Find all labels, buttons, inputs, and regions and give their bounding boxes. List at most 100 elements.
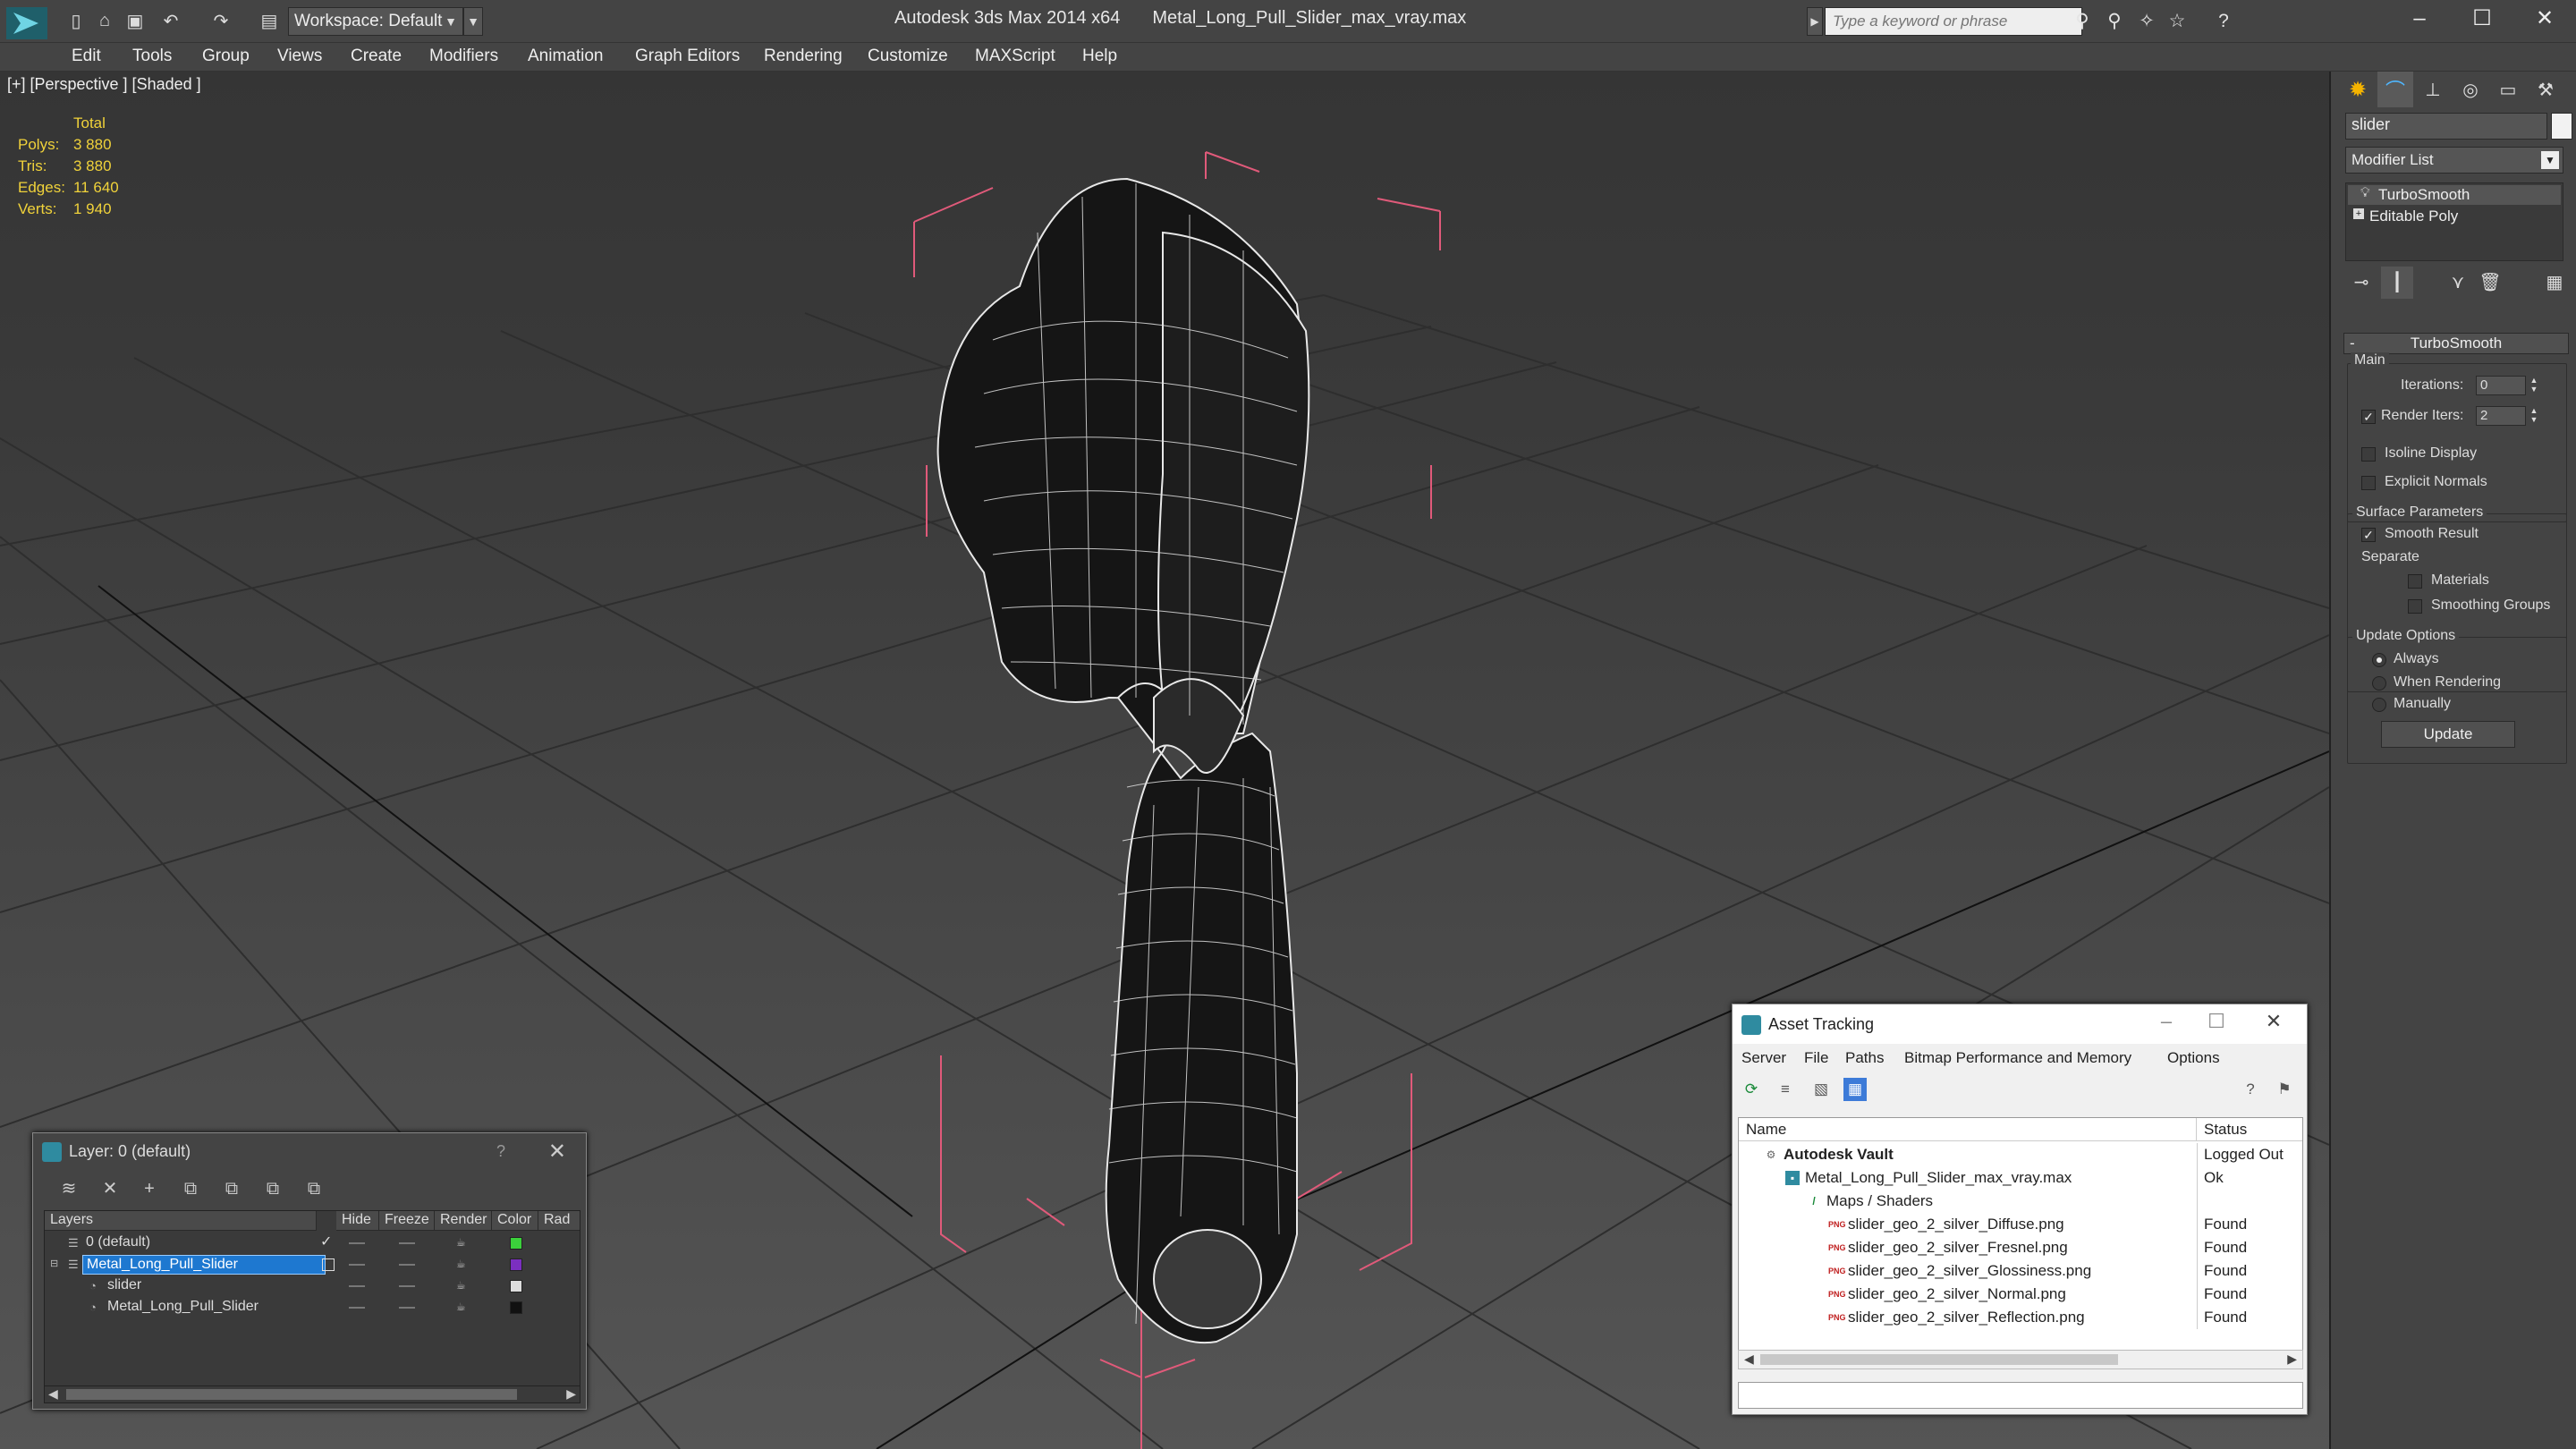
column-hide[interactable]: Hide [336,1211,379,1231]
communication-center-icon[interactable]: ✧ [2134,9,2159,34]
asset-row[interactable]: PNG slider_geo_2_silver_Normal.png Found [1739,1283,2302,1306]
tab-display[interactable]: ▭ [2490,72,2526,107]
asset-row[interactable]: PNG slider_geo_2_silver_Fresnel.png Foun… [1739,1236,2302,1259]
app-logo-button[interactable] [2,4,52,43]
tab-hierarchy[interactable]: ⊥ [2415,72,2451,107]
layer-name[interactable]: 0 (default) [82,1233,154,1253]
layer-color-swatch[interactable] [510,1237,522,1250]
thumbnail-view-icon[interactable]: ▧ [1809,1078,1833,1101]
asset-maximize-button[interactable]: ☐ [2194,1010,2239,1037]
layer-name[interactable]: slider [104,1276,145,1296]
create-layer-icon[interactable]: ≋ [56,1176,81,1201]
scroll-left-icon[interactable]: ◀ [1744,1352,1754,1367]
render-teapot-icon[interactable]: ☕︎ [456,1258,470,1270]
pin-stack-icon[interactable]: ⊸ [2345,267,2377,299]
freeze-toggle[interactable] [399,1285,415,1287]
scroll-right-icon[interactable]: ▶ [2287,1352,2297,1367]
menu-edit[interactable]: Edit [72,47,101,66]
layer-box-icon[interactable] [322,1258,335,1271]
tab-utilities[interactable]: ⚒ [2528,72,2563,107]
render-iters-spinner[interactable]: 2 [2476,406,2526,426]
menu-tools[interactable]: Tools [132,47,172,66]
workspace-extra-dropdown[interactable]: ▼ [463,7,483,36]
render-teapot-icon[interactable]: ☕︎ [456,1236,470,1249]
asset-path-field[interactable] [1738,1382,2303,1409]
freeze-toggle[interactable] [399,1307,415,1309]
render-teapot-icon[interactable]: ☕︎ [456,1279,470,1292]
rollout-turbosmooth-header[interactable]: - TurboSmooth [2343,333,2569,354]
active-layer-check-icon[interactable]: ✓ [320,1233,332,1250]
layer-row[interactable]: ☰ 0 (default) ✓ ☕︎ [45,1233,580,1254]
asset-menu-options[interactable]: Options [2167,1049,2220,1067]
asset-row[interactable]: PNG slider_geo_2_silver_Diffuse.png Foun… [1739,1213,2302,1236]
stack-item-turbosmooth[interactable]: 💡︎ TurboSmooth [2348,185,2561,205]
spinner-arrows-icon[interactable]: ▲ ▼ [2528,406,2540,426]
remove-modifier-icon[interactable]: 🗑︎ [2474,267,2506,299]
scroll-thumb[interactable] [66,1389,517,1400]
layer-window-titlebar[interactable]: Layer: 0 (default) ? ✕ [33,1133,586,1171]
column-freeze[interactable]: Freeze [379,1211,435,1231]
workspace-dropdown[interactable]: Workspace: Default ▼ [288,7,463,36]
asset-row[interactable]: ▪ Metal_Long_Pull_Slider_max_vray.max Ok [1739,1166,2302,1190]
new-file-icon[interactable]: ▯ [64,9,88,32]
smoothing-groups-checkbox[interactable] [2408,599,2422,614]
menu-animation[interactable]: Animation [528,47,604,66]
project-folder-icon[interactable]: ▤ [258,9,281,32]
modifier-list-dropdown[interactable]: Modifier List ▼ [2345,147,2563,174]
save-file-icon[interactable]: ▣ [123,9,147,32]
asset-row[interactable]: / Maps / Shaders [1739,1190,2302,1213]
maximize-button[interactable]: ☐ [2451,0,2513,39]
menu-maxscript[interactable]: MAXScript [975,47,1055,66]
search-input[interactable] [1825,7,2082,36]
menu-views[interactable]: Views [277,47,322,66]
column-status[interactable]: Status [2197,1118,2302,1141]
menu-help[interactable]: Help [1082,47,1117,66]
select-objects-in-layer-icon[interactable]: ⧉ [178,1176,203,1201]
help-icon[interactable]: ? [2211,9,2236,34]
when-rendering-radio[interactable] [2372,676,2386,691]
stack-item-editable-poly[interactable]: + Editable Poly [2348,207,2561,226]
layer-row[interactable]: ◔ Metal_Long_Pull_Slider ☕︎ [45,1297,580,1318]
layer-color-swatch[interactable] [510,1301,522,1314]
freeze-toggle[interactable] [399,1264,415,1266]
layer-color-swatch[interactable] [510,1280,522,1292]
column-color[interactable]: Color [492,1211,538,1231]
make-unique-icon[interactable]: ⋎ [2442,267,2474,299]
asset-row[interactable]: ⚙ Autodesk Vault Logged Out [1739,1143,2302,1166]
asset-horizontal-scrollbar[interactable]: ◀ ▶ [1738,1350,2303,1369]
close-button[interactable]: ✕ [2513,0,2576,39]
asset-row[interactable]: PNG slider_geo_2_silver_Glossiness.png F… [1739,1259,2302,1283]
update-button[interactable]: Update [2381,721,2515,748]
column-layers[interactable]: Layers [45,1211,317,1231]
menu-rendering[interactable]: Rendering [764,47,843,66]
tab-create[interactable]: ✹ [2340,72,2376,107]
delete-layer-icon[interactable]: ✕ [97,1176,123,1201]
undo-icon[interactable]: ↶ [159,9,182,32]
layer-help-button[interactable]: ? [496,1142,505,1161]
hide-toggle[interactable] [349,1242,365,1244]
scroll-right-icon[interactable]: ▶ [566,1386,576,1402]
always-radio[interactable] [2372,653,2386,667]
favorites-star-icon[interactable]: ☆ [2165,9,2190,34]
hide-toggle[interactable] [349,1285,365,1287]
asset-menu-file[interactable]: File [1804,1049,1828,1067]
object-color-swatch[interactable] [2551,113,2572,140]
menu-customize[interactable]: Customize [868,47,948,66]
tab-motion[interactable]: ◎ [2453,72,2488,107]
asset-menu-paths[interactable]: Paths [1845,1049,1884,1067]
asset-minimize-button[interactable]: – [2144,1010,2189,1037]
layer-close-button[interactable]: ✕ [548,1139,566,1165]
open-file-icon[interactable]: ⌂ [93,9,116,32]
layer-color-swatch[interactable] [510,1258,522,1271]
freeze-toggle[interactable] [399,1242,415,1244]
help-pointer-icon[interactable]: ? [2239,1078,2262,1101]
search-toggle-button[interactable]: ▶ [1807,7,1823,36]
add-to-layer-icon[interactable]: + [137,1176,162,1201]
layer-row[interactable]: ⊟ ☰ Metal_Long_Pull_Slider ☕︎ [45,1254,580,1275]
viewport-label[interactable]: [+] [Perspective ] [Shaded ] [7,75,201,94]
materials-checkbox[interactable] [2408,574,2422,589]
layer-row[interactable]: ◔ slider ☕︎ [45,1275,580,1297]
manually-radio[interactable] [2372,698,2386,712]
render-teapot-icon[interactable]: ☕︎ [456,1301,470,1313]
layer-horizontal-scrollbar[interactable]: ◀ ▶ [44,1385,580,1403]
